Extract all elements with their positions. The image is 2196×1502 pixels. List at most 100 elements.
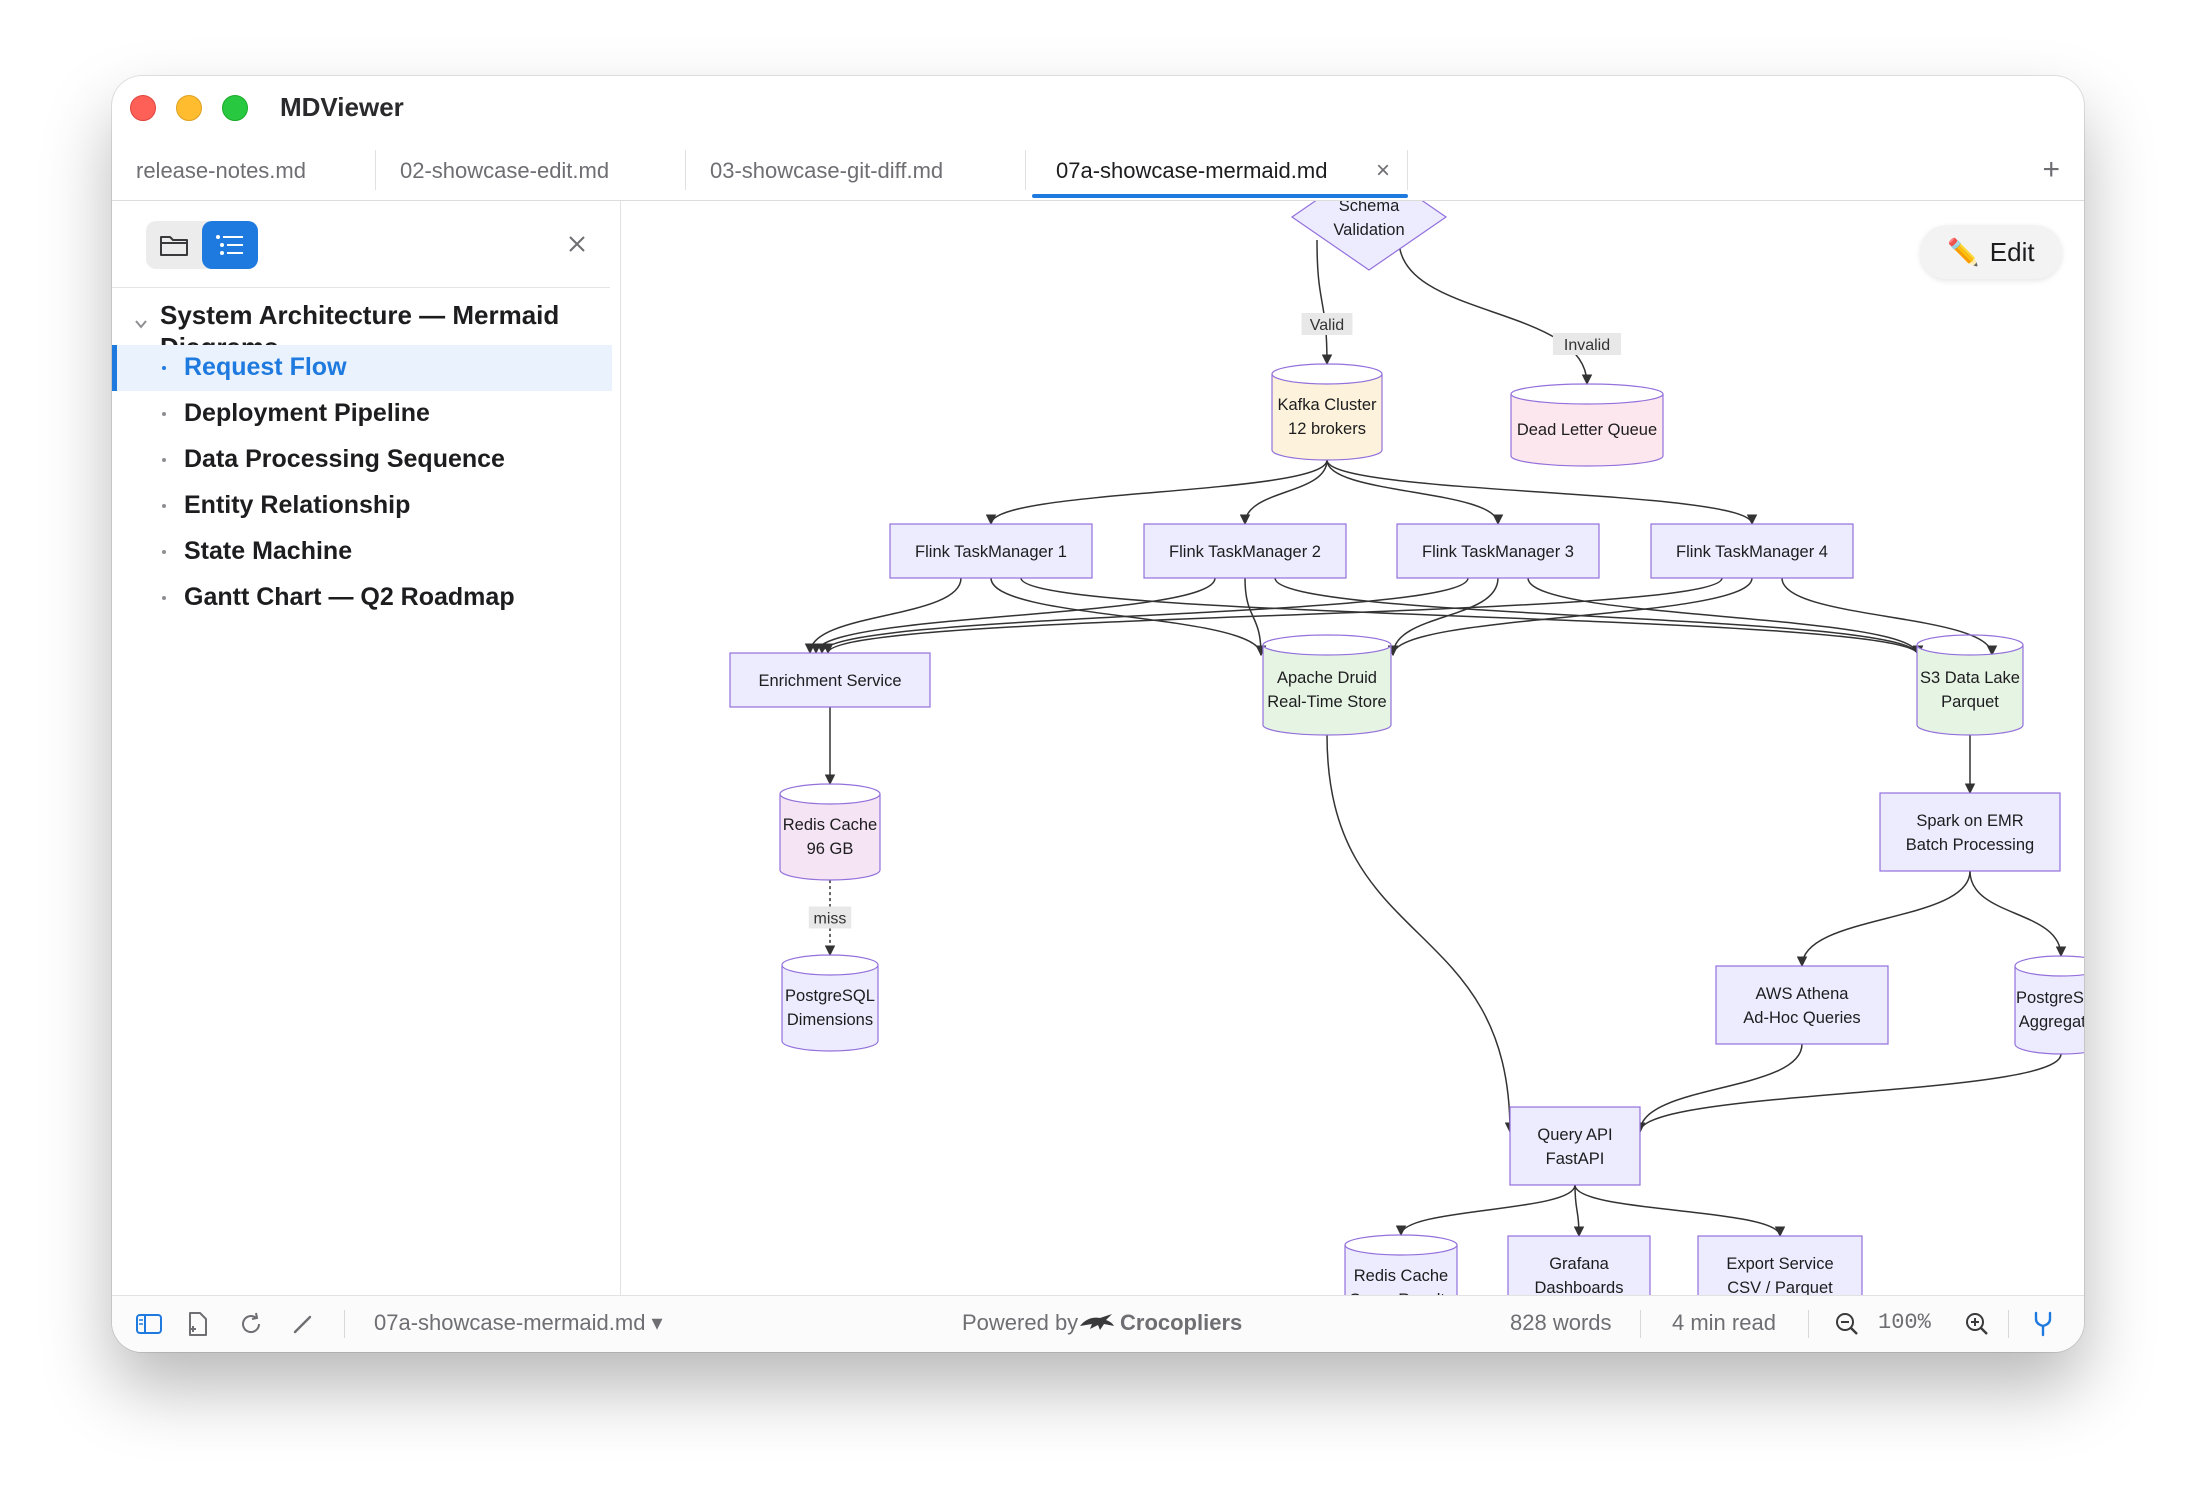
read-time: 4 min read [1672,1310,1776,1335]
outline-item-gantt-chart[interactable]: Gantt Chart — Q2 Roadmap [112,575,612,621]
folder-view-button[interactable] [146,221,202,269]
outline-item-request-flow[interactable]: Request Flow [112,345,612,391]
node-label: 12 brokers [1288,420,1366,438]
outline-item-label: State Machine [184,537,353,565]
node-flink4: Flink TaskManager 4 [1650,523,1854,579]
pencil-icon: ✏️ [1947,236,1980,267]
app-window: MDViewer release-notes.md 02-showcase-ed… [112,76,2084,1352]
node-label: Flink TaskManager 3 [1422,543,1574,561]
edge-flink1-s3 [1020,577,1924,657]
edge-label-text: miss [814,911,847,928]
outline-list-icon [216,235,243,255]
node-label: Schema [1339,201,1400,215]
node-label: Ad-Hoc Queries [1743,1009,1860,1027]
node-label: S3 Data Lake [1920,669,2020,687]
tab-release-notes[interactable]: release-notes.md [112,140,376,200]
edge-api-redis2 [1395,1184,1576,1237]
bullet [162,504,166,508]
node-label: Validation [1333,221,1404,239]
tab-showcase-git-diff[interactable]: 03-showcase-git-diff.md [686,140,1026,200]
document-content[interactable]: Schema Validation Kafka Cluster 12 brokers D… [621,201,2084,1295]
sidebar-divider [112,287,610,288]
zoom-level: 100% [1878,1310,1931,1335]
node-pgdim: PostgreSQL Dimensions [781,954,879,1052]
node-label: Spark on EMR [1916,812,2023,830]
node-flink3: Flink TaskManager 3 [1396,523,1600,579]
node-label: Export Service [1726,1255,1833,1273]
mermaid-flowchart: Schema Validation Kafka Cluster 12 brokers D… [729,201,2084,1295]
edge-label: miss [808,906,852,929]
tab-label: 02-showcase-edit.md [400,158,610,183]
git-branch-icon[interactable] [2028,1309,2058,1339]
outline-item-label: Gantt Chart — Q2 Roadmap [184,583,515,611]
new-file-icon[interactable] [182,1309,212,1339]
title-bar: MDViewer [112,76,2084,140]
file-selector[interactable]: 07a-showcase-mermaid.md ▾ [374,1310,663,1336]
node-label: Flink TaskManager 4 [1676,543,1828,561]
node-pgagg: PostgreSQL Aggregates [2014,955,2084,1055]
pen-icon[interactable] [288,1309,318,1339]
edge-validation-dlq [1398,239,1593,386]
edit-button[interactable]: ✏️ Edit [1920,225,2062,279]
node-label: Flink TaskManager 1 [915,543,1067,561]
node-label: Enrichment Service [758,672,901,690]
zoom-out-icon[interactable] [1832,1309,1862,1339]
edges-layer [804,239,2067,1238]
outline-view-button[interactable] [202,221,258,269]
edge-label: Valid [1301,313,1353,335]
app-title: MDViewer [280,92,404,122]
reload-icon[interactable] [236,1309,266,1339]
tab-close-icon[interactable]: × [1376,140,1390,202]
node-label: Aggregates [2019,1013,2084,1031]
node-api: Query API FastAPI [1509,1106,1641,1186]
new-tab-plus-icon[interactable]: + [2042,152,2060,188]
node-label: Flink TaskManager 2 [1169,543,1321,561]
folder-icon [160,236,188,256]
node-label: Query API [1537,1126,1612,1144]
outline-item-data-processing-sequence[interactable]: Data Processing Sequence [112,437,612,483]
node-spark: Spark on EMR Batch Processing [1879,792,2061,872]
edge-flink4-s3 [1781,577,1998,657]
node-dlq: Dead Letter Queue [1510,383,1664,467]
powered-by-text: Powered by [962,1310,1079,1335]
node-label: Grafana [1549,1255,1609,1273]
active-tab-indicator [1032,194,1408,198]
edge-athena-api [1634,1043,1803,1134]
edge-kafka-flink3 [1326,459,1504,526]
word-count: 828 words [1510,1310,1612,1335]
outline-item-deployment-pipeline[interactable]: Deployment Pipeline [112,391,612,437]
sidebar: System Architecture — Mermaid Diagrams R… [112,201,621,1295]
zoom-window-button[interactable] [222,95,248,121]
bullet [162,550,166,554]
edge-flink1-enrich [804,577,962,655]
outline-item-label: Data Processing Sequence [184,445,505,473]
node-redis2: Redis CacheQuery Results [1344,1234,1458,1295]
outline-item-entity-relationship[interactable]: Entity Relationship [112,483,612,529]
node-s3: S3 Data Lake Parquet [1916,634,2024,736]
edit-label: Edit [1989,236,2035,267]
tab-showcase-edit[interactable]: 02-showcase-edit.md [376,140,686,200]
node-validation: Schema Validation [1290,201,1448,271]
tab-divider [1025,150,1026,190]
nodes-layer: Schema Validation Kafka Cluster 12 brokers D… [729,201,2084,1295]
node-label: PostgreSQL [2016,989,2084,1007]
chevron-down-icon[interactable] [132,315,150,333]
status-divider [1640,1310,1641,1338]
node-label: Dimensions [787,1011,873,1029]
minimize-window-button[interactable] [176,95,202,121]
sidebar-toggle-icon[interactable] [134,1309,164,1339]
outline-item-state-machine[interactable]: State Machine [112,529,612,575]
edge-druid-api [1326,734,1516,1134]
tab-showcase-mermaid[interactable]: 07a-showcase-mermaid.md × [1032,140,1408,200]
node-label: 96 GB [807,840,854,858]
edge-api-export [1574,1184,1786,1238]
node-flink2: Flink TaskManager 2 [1143,523,1347,579]
edge-labels-layer: Valid Invalid miss [808,313,1622,929]
status-divider [2008,1310,2009,1338]
tab-label: 03-showcase-git-diff.md [710,158,944,183]
outline-item-label: Entity Relationship [184,491,411,519]
close-icon[interactable] [562,229,592,259]
close-window-button[interactable] [130,95,156,121]
zoom-in-icon[interactable] [1962,1309,1992,1339]
crocodile-logo-icon [1080,1314,1114,1330]
